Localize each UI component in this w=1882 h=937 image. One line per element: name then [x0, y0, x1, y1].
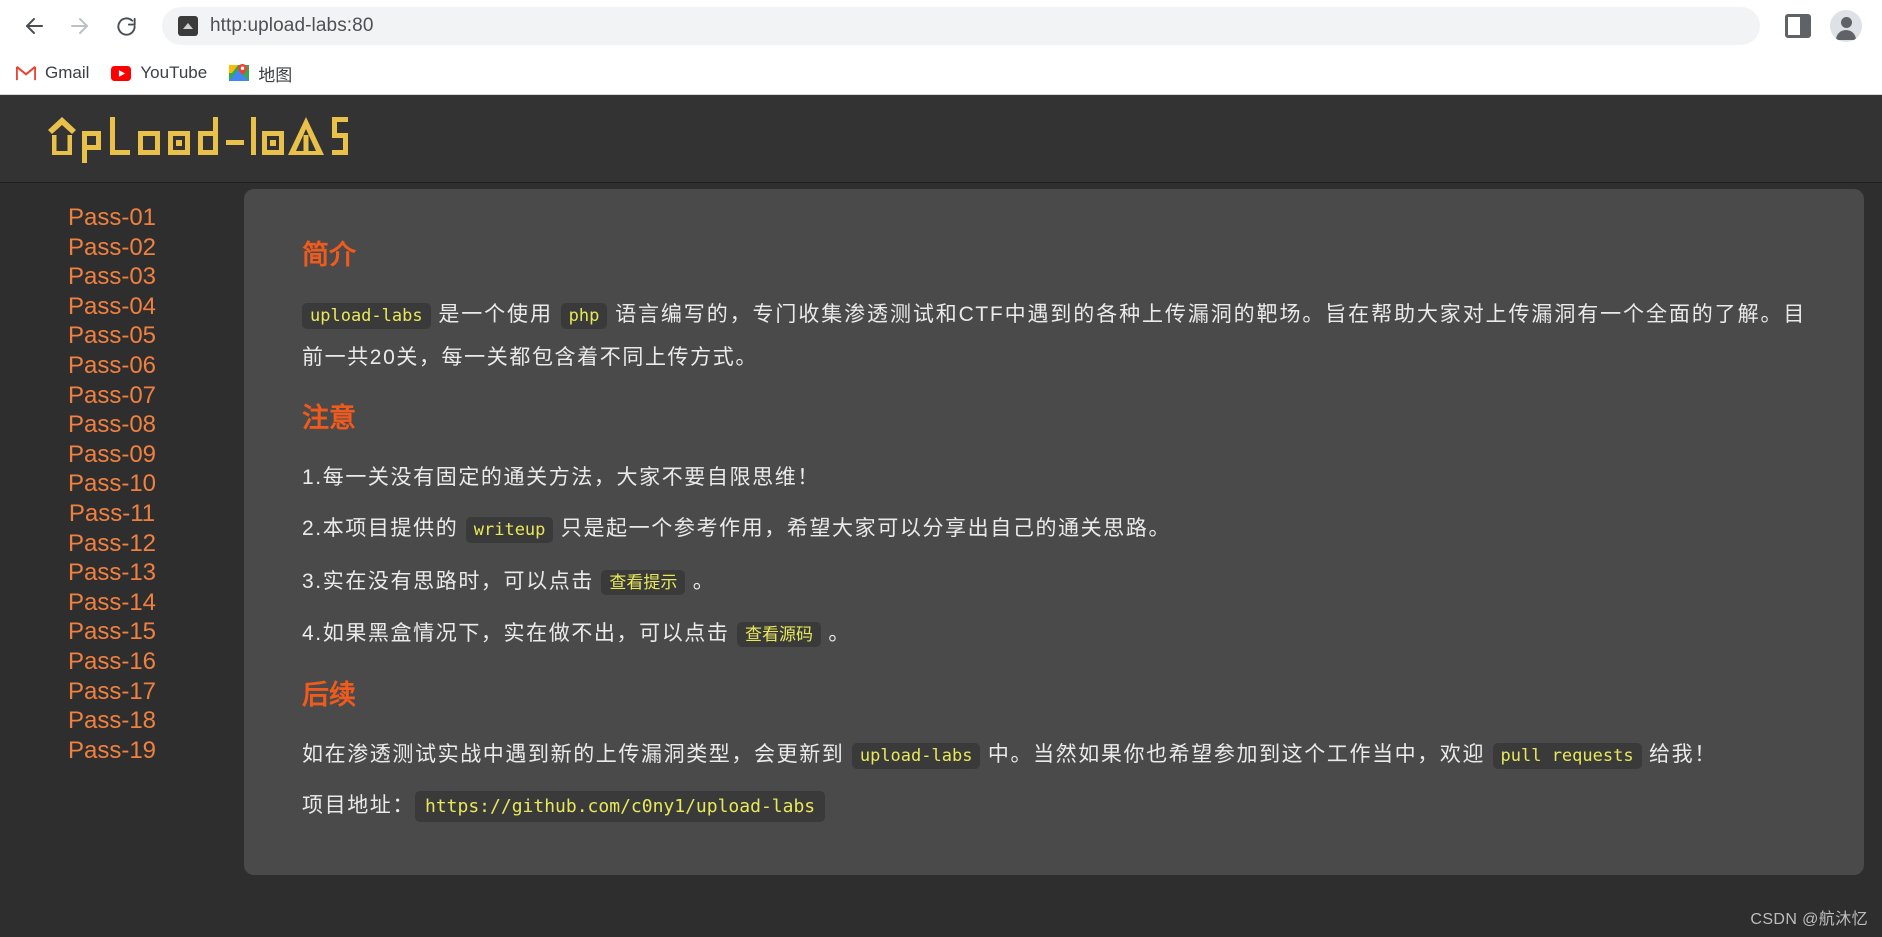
followup-text-1: 如在渗透测试实战中遇到新的上传漏洞类型，会更新到 — [302, 743, 852, 766]
sidebar-item-pass-04[interactable]: Pass-04 — [0, 292, 240, 322]
intro-text-1: 是一个使用 — [430, 303, 561, 326]
sidebar-item-pass-01[interactable]: Pass-01 — [0, 203, 240, 233]
code-pull-requests: pull requests — [1492, 743, 1642, 769]
intro-paragraph: upload-labs 是一个使用 php 语言编写的，专门收集渗透测试和CTF… — [302, 294, 1806, 378]
sidebar-item-pass-03[interactable]: Pass-03 — [0, 262, 240, 292]
project-address-label: 项目地址： — [302, 794, 415, 817]
bookmarks-bar: Gmail YouTube 地图 — [0, 52, 1882, 94]
notice-item-2-post: 只是起一个参考作用，希望大家可以分享出自己的通关思路。 — [553, 517, 1172, 540]
project-address-url[interactable]: https://github.com/c0ny1/upload-labs — [415, 791, 826, 822]
notice-item-2: 2.本项目提供的 writeup 只是起一个参考作用，希望大家可以分享出自己的通… — [302, 508, 1806, 551]
notice-item-4: 4.如果黑盒情况下，实在做不出，可以点击 查看源码 。 — [302, 613, 1806, 655]
forward-button[interactable] — [60, 6, 100, 46]
browser-toolbar: http:upload-labs:80 — [0, 0, 1882, 52]
sidebar-item-pass-07[interactable]: Pass-07 — [0, 381, 240, 411]
notice-item-3-pre: 3.实在没有思路时，可以点击 — [302, 570, 602, 593]
notice-item-3: 3.实在没有思路时，可以点击 查看提示 。 — [302, 561, 1806, 603]
side-panel-icon — [1785, 14, 1811, 38]
sidebar-item-pass-08[interactable]: Pass-08 — [0, 410, 240, 440]
site-header — [0, 95, 1882, 183]
sidebar-item-pass-15[interactable]: Pass-15 — [0, 617, 240, 647]
sidebar-item-pass-09[interactable]: Pass-09 — [0, 440, 240, 470]
notice-item-4-post: 。 — [820, 622, 851, 645]
bookmark-gmail[interactable]: Gmail — [16, 63, 89, 83]
toolbar-right-actions — [1778, 6, 1868, 46]
notice-heading: 注意 — [302, 403, 356, 433]
reload-button[interactable] — [106, 6, 146, 46]
sidebar-item-pass-19[interactable]: Pass-19 — [0, 736, 240, 766]
sidebar-item-pass-11[interactable]: Pass-11 — [0, 499, 240, 529]
project-address-line: 项目地址： https://github.com/c0ny1/upload-lab… — [302, 785, 1806, 827]
back-button[interactable] — [14, 6, 54, 46]
sidebar-item-pass-10[interactable]: Pass-10 — [0, 469, 240, 499]
code-php: php — [560, 303, 608, 329]
page-viewport: Pass-01 Pass-02 Pass-03 Pass-04 Pass-05 … — [0, 95, 1882, 937]
sidebar-item-pass-05[interactable]: Pass-05 — [0, 321, 240, 351]
site-favicon-icon — [178, 16, 198, 36]
sidebar-item-pass-02[interactable]: Pass-02 — [0, 233, 240, 263]
code-view-source: 查看源码 — [736, 622, 821, 647]
google-maps-icon — [229, 63, 250, 83]
sidebar-item-pass-16[interactable]: Pass-16 — [0, 647, 240, 677]
address-bar-url: http:upload-labs:80 — [210, 15, 374, 36]
bookmark-maps[interactable]: 地图 — [229, 61, 292, 86]
sidebar-item-pass-06[interactable]: Pass-06 — [0, 351, 240, 381]
bookmark-label: YouTube — [140, 63, 208, 82]
sidebar-nav: Pass-01 Pass-02 Pass-03 Pass-04 Pass-05 … — [0, 189, 240, 875]
code-upload-labs: upload-labs — [302, 303, 431, 329]
youtube-icon — [111, 63, 132, 83]
code-writeup: writeup — [465, 517, 554, 543]
followup-text-3: 给我！ — [1641, 743, 1717, 766]
browser-chrome: http:upload-labs:80 Gmail YouTube 地图 — [0, 0, 1882, 95]
followup-paragraph: 如在渗透测试实战中遇到新的上传漏洞类型，会更新到 upload-labs 中。当… — [302, 734, 1806, 777]
bookmark-youtube[interactable]: YouTube — [111, 63, 207, 83]
content-card: 简介 upload-labs 是一个使用 php 语言编写的，专门收集渗透测试和… — [244, 189, 1864, 875]
sidebar-item-pass-17[interactable]: Pass-17 — [0, 677, 240, 707]
notice-item-3-post: 。 — [685, 570, 716, 593]
address-bar[interactable]: http:upload-labs:80 — [162, 7, 1760, 45]
upload-labs-logo — [48, 116, 348, 163]
watermark: CSDN @航沐忆 — [1750, 911, 1868, 928]
gmail-icon — [16, 63, 36, 83]
bookmark-label: 地图 — [258, 65, 293, 85]
notice-item-1: 1.每一关没有固定的通关方法，大家不要自限思维！ — [302, 466, 820, 489]
code-view-hint: 查看提示 — [601, 570, 686, 595]
intro-heading: 简介 — [302, 240, 356, 270]
code-upload-labs-2: upload-labs — [851, 743, 981, 769]
followup-text-2: 中。当然如果你也希望参加到这个工作当中，欢迎 — [980, 743, 1493, 766]
profile-button[interactable] — [1830, 10, 1862, 42]
notice-item-4-pre: 4.如果黑盒情况下，实在做不出，可以点击 — [302, 622, 737, 645]
avatar-icon — [1830, 10, 1862, 42]
sidebar-item-pass-18[interactable]: Pass-18 — [0, 706, 240, 736]
followup-heading: 后续 — [302, 680, 356, 710]
sidebar-item-pass-14[interactable]: Pass-14 — [0, 588, 240, 618]
site-body: Pass-01 Pass-02 Pass-03 Pass-04 Pass-05 … — [0, 183, 1882, 875]
sidebar-item-pass-12[interactable]: Pass-12 — [0, 529, 240, 559]
sidebar-item-pass-13[interactable]: Pass-13 — [0, 558, 240, 588]
notice-item-2-pre: 2.本项目提供的 — [302, 517, 466, 540]
side-panel-button[interactable] — [1778, 6, 1818, 46]
bookmark-label: Gmail — [45, 63, 90, 82]
